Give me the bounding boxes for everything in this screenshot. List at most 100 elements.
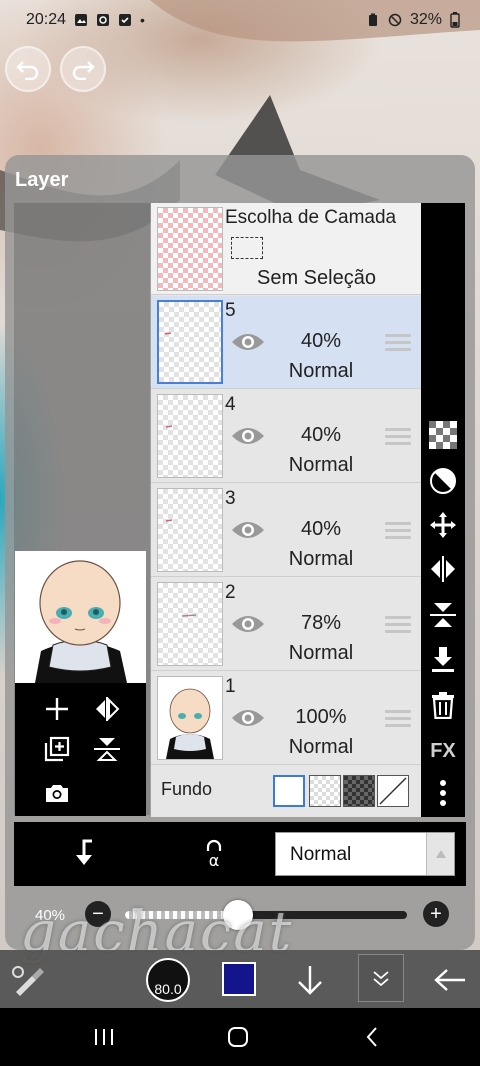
layer-list: Escolha de Camada Sem Seleção 5 40% Norm… bbox=[151, 203, 421, 817]
clipping-button[interactable] bbox=[427, 465, 459, 497]
check-icon bbox=[119, 14, 132, 26]
layer-blend-mode: Normal bbox=[288, 548, 354, 570]
layer-thumbnail-content bbox=[164, 332, 172, 335]
delete-layer-button[interactable] bbox=[427, 689, 459, 721]
record-icon bbox=[97, 14, 110, 26]
svg-text:α: α bbox=[209, 851, 220, 869]
add-layer-button[interactable] bbox=[37, 691, 77, 727]
layer-thumbnail-content bbox=[165, 519, 173, 522]
redo-button[interactable] bbox=[60, 46, 106, 92]
home-button[interactable] bbox=[218, 1022, 258, 1052]
chevron-left-icon bbox=[366, 1027, 377, 1047]
background-transparent-dark-swatch[interactable] bbox=[343, 775, 375, 807]
flip-horizontal-icon bbox=[96, 697, 120, 721]
layer-thumbnail bbox=[157, 582, 223, 666]
layer-row[interactable]: 4 40% Normal bbox=[151, 390, 421, 483]
background-transparent-light-swatch[interactable] bbox=[309, 775, 341, 807]
blend-mode-select[interactable]: Normal bbox=[275, 832, 455, 876]
drag-handle-icon[interactable] bbox=[385, 710, 411, 730]
drag-handle-icon[interactable] bbox=[385, 428, 411, 448]
transparent-fill-button[interactable] bbox=[427, 419, 459, 451]
drag-handle-icon[interactable] bbox=[385, 522, 411, 542]
layer-thumbnail bbox=[157, 300, 223, 384]
layer-opacity: 78% bbox=[300, 612, 342, 634]
flip-horizontal-button[interactable] bbox=[87, 691, 127, 727]
undo-icon bbox=[16, 61, 39, 80]
duplicate-icon bbox=[44, 736, 70, 762]
layer-blend-mode: Normal bbox=[288, 736, 354, 758]
dropdown-arrow-icon bbox=[426, 833, 454, 875]
layer-blend-mode: Normal bbox=[288, 454, 354, 476]
layer-down-button[interactable] bbox=[290, 960, 330, 1000]
layer-row[interactable]: 3 40% Normal bbox=[151, 484, 421, 577]
status-bar: 20:24 • 32% bbox=[0, 0, 480, 40]
background-none-swatch[interactable] bbox=[377, 775, 409, 807]
toggle-panel-button[interactable] bbox=[358, 954, 404, 1002]
tool-menu-button[interactable] bbox=[8, 960, 48, 1000]
fx-button[interactable]: FX bbox=[427, 735, 459, 767]
selection-title: Escolha de Camada bbox=[225, 207, 397, 228]
visibility-eye-icon[interactable] bbox=[231, 518, 265, 542]
recent-apps-button[interactable] bbox=[84, 1022, 124, 1052]
flip-horizontal-layer-button[interactable] bbox=[427, 553, 459, 585]
selection-marquee-icon bbox=[231, 237, 263, 259]
selection-subtitle: Sem Seleção bbox=[257, 267, 376, 289]
left-tool-panel bbox=[15, 683, 146, 816]
layer-row[interactable]: 1 100% Normal bbox=[151, 672, 421, 765]
duplicate-layer-button[interactable] bbox=[37, 731, 77, 767]
clip-to-below-button[interactable] bbox=[66, 836, 106, 872]
flip-horizontal-icon bbox=[431, 556, 455, 582]
flip-vertical-button[interactable] bbox=[87, 731, 127, 767]
selection-thumbnail bbox=[157, 207, 223, 291]
character-preview bbox=[15, 551, 146, 683]
layer-row[interactable]: 2 78% Normal bbox=[151, 578, 421, 671]
move-layer-button[interactable] bbox=[427, 509, 459, 541]
merge-down-icon bbox=[432, 647, 454, 672]
layer-blend-mode: Normal bbox=[288, 360, 354, 382]
visibility-eye-icon[interactable] bbox=[231, 612, 265, 636]
system-back-button[interactable] bbox=[352, 1022, 392, 1052]
layer-options-bar: α Normal bbox=[14, 822, 466, 886]
drag-handle-icon[interactable] bbox=[385, 616, 411, 636]
notification-dot-icon: • bbox=[140, 12, 145, 28]
layer-number: 1 bbox=[225, 676, 236, 697]
do-not-disturb-icon bbox=[388, 13, 402, 27]
layer-thumbnail bbox=[157, 394, 223, 478]
arrow-left-icon bbox=[434, 969, 465, 991]
layer-row[interactable]: 5 40% Normal bbox=[151, 296, 421, 389]
battery-lock-icon bbox=[368, 13, 377, 26]
color-swatch-button[interactable] bbox=[222, 962, 256, 996]
home-icon bbox=[228, 1027, 248, 1047]
layer-thumbnail-content bbox=[166, 688, 214, 759]
status-time: 20:24 bbox=[26, 11, 67, 28]
bottom-toolbar: 80.0 bbox=[0, 950, 480, 1008]
back-arrow-button[interactable] bbox=[430, 960, 470, 1000]
flip-vertical-icon bbox=[94, 738, 120, 761]
layer-thumbnail-content bbox=[165, 425, 173, 428]
clip-arrow-icon bbox=[76, 839, 92, 865]
more-vertical-icon bbox=[440, 780, 446, 806]
merge-down-button[interactable] bbox=[427, 643, 459, 675]
undo-button[interactable] bbox=[5, 46, 51, 92]
layer-blend-mode: Normal bbox=[288, 642, 354, 664]
visibility-eye-icon[interactable] bbox=[231, 706, 265, 730]
alpha-lock-button[interactable]: α bbox=[194, 836, 234, 872]
import-photo-button[interactable] bbox=[37, 775, 77, 811]
clipping-icon bbox=[430, 468, 456, 494]
layer-number: 2 bbox=[225, 582, 236, 603]
background-row: Fundo bbox=[151, 765, 421, 817]
background-white-swatch[interactable] bbox=[273, 775, 305, 807]
opacity-increase-button[interactable]: + bbox=[423, 901, 449, 927]
selection-layer-row[interactable]: Escolha de Camada Sem Seleção bbox=[151, 203, 421, 295]
more-options-button[interactable] bbox=[427, 777, 459, 809]
flip-vertical-layer-button[interactable] bbox=[427, 599, 459, 631]
double-chevron-down-icon bbox=[373, 971, 389, 987]
layer-thumbnail bbox=[157, 676, 223, 760]
trash-icon bbox=[432, 692, 454, 719]
drag-handle-icon[interactable] bbox=[385, 334, 411, 354]
visibility-eye-icon[interactable] bbox=[231, 330, 265, 354]
no-background-icon bbox=[379, 777, 407, 805]
blend-mode-value: Normal bbox=[290, 844, 352, 865]
brush-size-button[interactable]: 80.0 bbox=[146, 958, 190, 1002]
visibility-eye-icon[interactable] bbox=[231, 424, 265, 448]
